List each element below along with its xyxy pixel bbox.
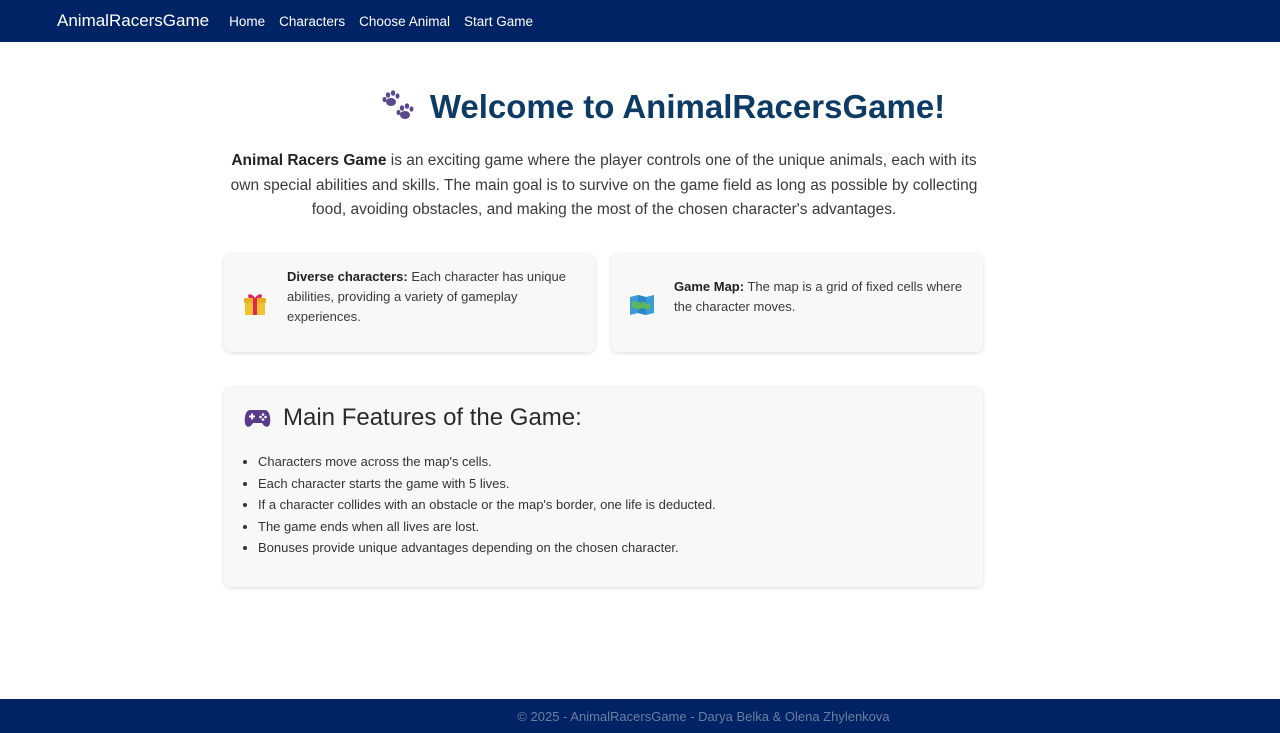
- feature-card-game-map: Game Map: The map is a grid of fixed cel…: [611, 254, 983, 352]
- list-item: The game ends when all lives are lost.: [258, 516, 716, 538]
- main-features-panel: Main Features of the Game: Characters mo…: [224, 387, 983, 587]
- features-list: Characters move across the map's cells. …: [258, 451, 716, 559]
- brand-link[interactable]: AnimalRacersGame: [57, 11, 209, 31]
- card-characters-label: Diverse characters:: [287, 269, 408, 284]
- hero-section: Welcome to AnimalRacersGame!: [0, 88, 1280, 130]
- list-item: Bonuses provide unique advantages depend…: [258, 537, 716, 559]
- card-game-map-text: Game Map: The map is a grid of fixed cel…: [674, 277, 964, 317]
- nav-link-start-game[interactable]: Start Game: [464, 14, 533, 29]
- page-title: Welcome to AnimalRacersGame!: [429, 88, 946, 125]
- list-item: Characters move across the map's cells.: [258, 451, 716, 473]
- card-characters-text: Diverse characters: Each character has u…: [287, 267, 577, 327]
- list-item: Each character starts the game with 5 li…: [258, 473, 716, 495]
- top-navbar: AnimalRacersGame Home Characters Choose …: [0, 0, 1280, 42]
- features-title: Main Features of the Game:: [283, 404, 582, 431]
- nav-link-choose-animal[interactable]: Choose Animal: [359, 14, 450, 29]
- intro-bold: Animal Racers Game: [231, 152, 387, 169]
- page-title-heading: Welcome to AnimalRacersGame!: [380, 88, 945, 126]
- intro-paragraph: Animal Racers Game is an exciting game w…: [220, 149, 988, 223]
- card-game-map-label: Game Map:: [674, 279, 745, 294]
- gift-icon: [242, 291, 268, 317]
- nav-link-characters[interactable]: Characters: [279, 14, 345, 29]
- page-footer: © 2025 - AnimalRacersGame - Darya Belka …: [0, 699, 1280, 733]
- gamepad-icon: [244, 407, 271, 429]
- features-heading: Main Features of the Game:: [244, 404, 582, 432]
- footer-copyright: © 2025 - AnimalRacersGame - Darya Belka …: [517, 708, 890, 724]
- map-icon: [629, 291, 655, 317]
- nav-link-home[interactable]: Home: [229, 14, 265, 29]
- feature-card-characters: Diverse characters: Each character has u…: [224, 254, 595, 352]
- list-item: If a character collides with an obstacle…: [258, 494, 716, 516]
- paw-prints-icon: [380, 89, 416, 125]
